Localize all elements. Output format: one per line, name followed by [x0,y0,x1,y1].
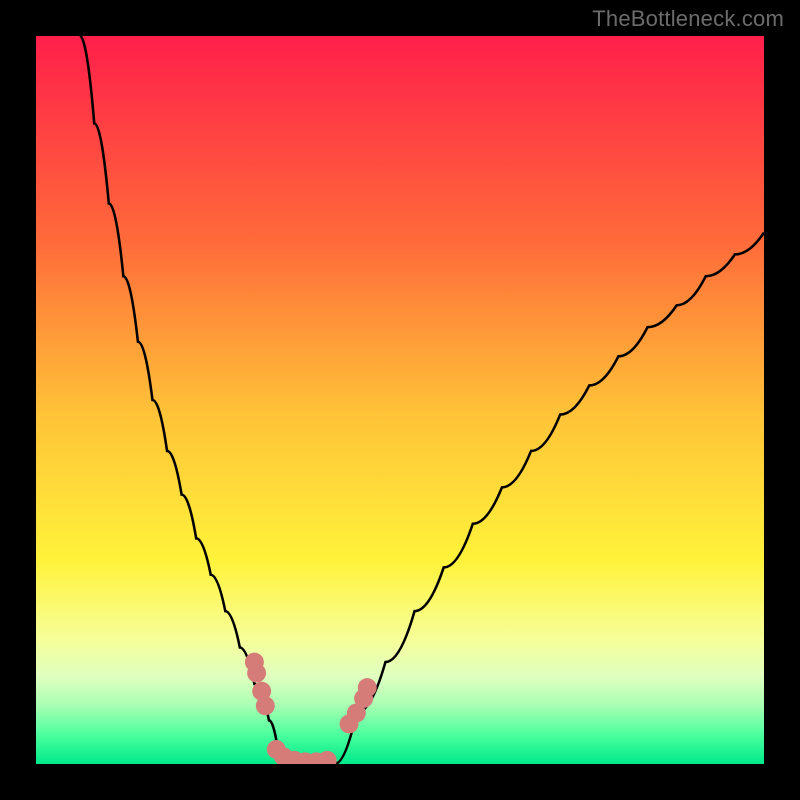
chart-svg [36,36,764,764]
marker-floor-6 [318,751,337,764]
watermark-text: TheBottleneck.com [592,6,784,32]
marker-right-cluster-4 [358,678,377,697]
marker-left-cluster-2 [247,664,266,683]
marker-left-cluster-4 [256,696,275,715]
outer-frame: TheBottleneck.com [0,0,800,800]
series-right-curve [334,233,764,764]
plot-area [36,36,764,764]
